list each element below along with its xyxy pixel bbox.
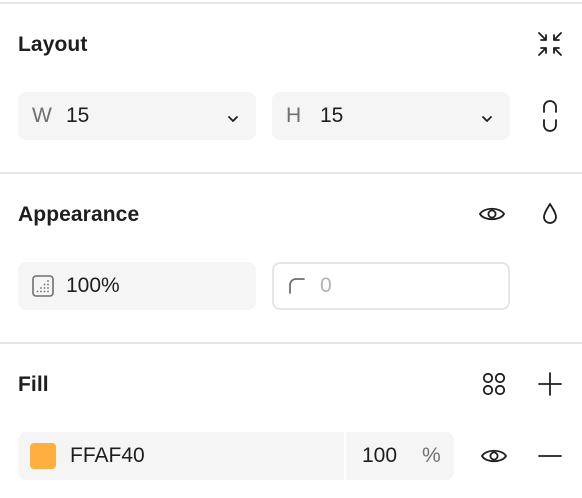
fill-hex-value[interactable]: FFAF40 xyxy=(70,444,145,468)
height-field[interactable]: H 15 xyxy=(272,92,510,140)
drop-icon[interactable] xyxy=(530,194,570,234)
eye-icon[interactable] xyxy=(474,436,514,476)
layout-section-title: Layout xyxy=(18,33,88,56)
fill-opacity-unit: % xyxy=(422,444,441,467)
corner-radius-field[interactable]: 0 xyxy=(272,262,510,310)
fill-field-separator xyxy=(344,432,346,480)
corner-radius-icon xyxy=(288,277,306,295)
height-value: 15 xyxy=(320,104,344,127)
fill-opacity-value[interactable]: 100 xyxy=(362,444,397,468)
top-divider xyxy=(0,2,582,4)
corner-radius-placeholder: 0 xyxy=(320,274,332,297)
appearance-divider xyxy=(0,342,582,344)
appearance-section-title: Appearance xyxy=(18,203,140,226)
height-label: H xyxy=(286,104,302,127)
collapse-arrows-icon[interactable] xyxy=(530,24,570,64)
layout-divider xyxy=(0,172,582,174)
width-label: W xyxy=(32,104,52,127)
opacity-value: 100% xyxy=(66,274,120,297)
width-field[interactable]: W 15 xyxy=(18,92,256,140)
fill-color-swatch[interactable] xyxy=(30,443,56,469)
styles-grid-icon[interactable] xyxy=(474,364,514,404)
opacity-icon xyxy=(32,275,54,297)
minus-icon[interactable] xyxy=(530,436,570,476)
width-value: 15 xyxy=(66,104,90,127)
chevron-down-icon[interactable] xyxy=(480,108,494,132)
chevron-down-icon[interactable] xyxy=(226,108,240,132)
fill-color-row[interactable]: FFAF40 100 % xyxy=(18,432,454,480)
eye-icon[interactable] xyxy=(472,194,512,234)
plus-icon[interactable] xyxy=(530,364,570,404)
link-proportions-icon[interactable] xyxy=(530,96,570,136)
opacity-field[interactable]: 100% xyxy=(18,262,256,310)
fill-section-title: Fill xyxy=(18,373,49,396)
